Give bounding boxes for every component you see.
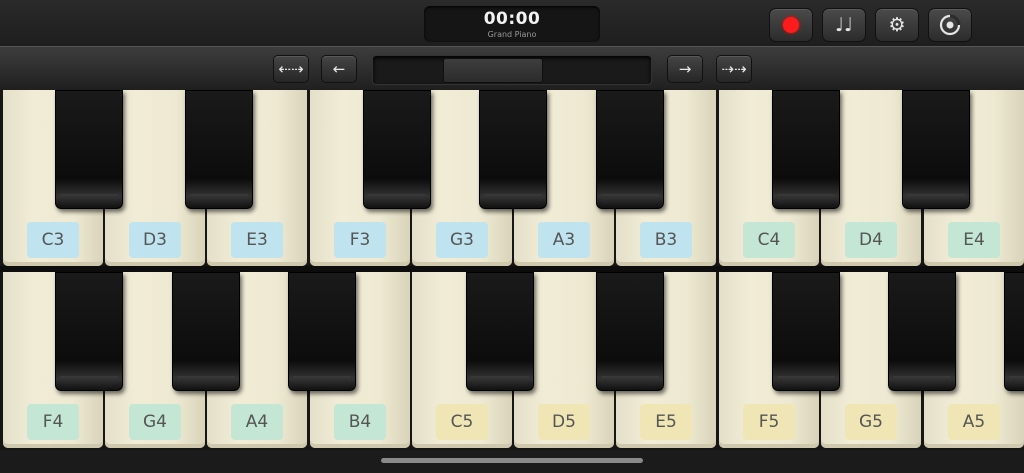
black-key[interactable] (902, 90, 970, 209)
home-indicator[interactable] (381, 458, 643, 463)
note-label: C4 (743, 222, 795, 258)
octave-shift-right-button[interactable]: ⇢⇢ (716, 55, 752, 83)
black-key[interactable] (888, 272, 956, 391)
note-label: A3 (538, 222, 590, 258)
black-key[interactable] (466, 272, 534, 391)
black-key[interactable] (479, 90, 547, 209)
shift-left-button[interactable]: ← (321, 55, 357, 83)
black-key[interactable] (185, 90, 253, 209)
arrow-left-icon: ← (332, 60, 346, 78)
keyboard-lower: F4 G4 A4 B4 C5 D5 E5 F5 G5 A5 (0, 272, 1024, 450)
notes-icon: ♩♩ (835, 14, 853, 36)
note-label: E4 (948, 222, 1000, 258)
note-label: E5 (640, 404, 692, 440)
loop-button[interactable] (928, 8, 972, 42)
black-key[interactable] (55, 90, 123, 209)
note-label: D3 (129, 222, 181, 258)
note-label: A5 (948, 404, 1000, 440)
loop-icon (939, 14, 961, 36)
note-label: C5 (436, 404, 488, 440)
note-label: E3 (231, 222, 283, 258)
note-label: B4 (334, 404, 386, 440)
top-bar: 00:00 Grand Piano ♩♩ ⚙ (0, 0, 1024, 46)
note-label: G5 (845, 404, 897, 440)
scrubber-thumb[interactable] (443, 58, 543, 83)
song-display[interactable]: 00:00 Grand Piano (424, 6, 600, 42)
black-key[interactable] (363, 90, 431, 209)
settings-button[interactable]: ⚙ (875, 8, 919, 42)
time-readout: 00:00 (483, 9, 541, 29)
note-label: A4 (231, 404, 283, 440)
black-key[interactable] (172, 272, 240, 391)
black-key[interactable] (772, 272, 840, 391)
note-label: B3 (640, 222, 692, 258)
note-label: F4 (27, 404, 79, 440)
gear-icon: ⚙ (888, 14, 906, 36)
arrow-right-icon: → (678, 60, 692, 78)
note-label: F3 (334, 222, 386, 258)
note-label: G4 (129, 404, 181, 440)
notes-button[interactable]: ♩♩ (822, 8, 866, 42)
record-icon (783, 17, 799, 33)
keyboard-navigation: ⇠⇢ ← → ⇢⇢ (0, 46, 1024, 93)
black-key[interactable] (596, 90, 664, 209)
octave-shift-both-button[interactable]: ⇠⇢ (273, 55, 309, 83)
record-button[interactable] (769, 8, 813, 42)
black-key[interactable] (1004, 272, 1024, 391)
double-arrow-right-icon: ⇢⇢ (721, 60, 747, 78)
note-label: D5 (538, 404, 590, 440)
note-label: D4 (845, 222, 897, 258)
note-label: G3 (436, 222, 488, 258)
black-key[interactable] (55, 272, 123, 391)
note-label: F5 (743, 404, 795, 440)
keyboard-scrubber[interactable] (372, 55, 652, 85)
shift-right-button[interactable]: → (667, 55, 703, 83)
black-key[interactable] (288, 272, 356, 391)
double-arrow-icon: ⇠⇢ (278, 60, 304, 78)
note-label: C3 (27, 222, 79, 258)
black-key[interactable] (596, 272, 664, 391)
instrument-name: Grand Piano (487, 30, 537, 39)
black-key[interactable] (772, 90, 840, 209)
keyboard-upper: C3 D3 E3 F3 G3 A3 B3 C4 D4 E4 (0, 90, 1024, 268)
